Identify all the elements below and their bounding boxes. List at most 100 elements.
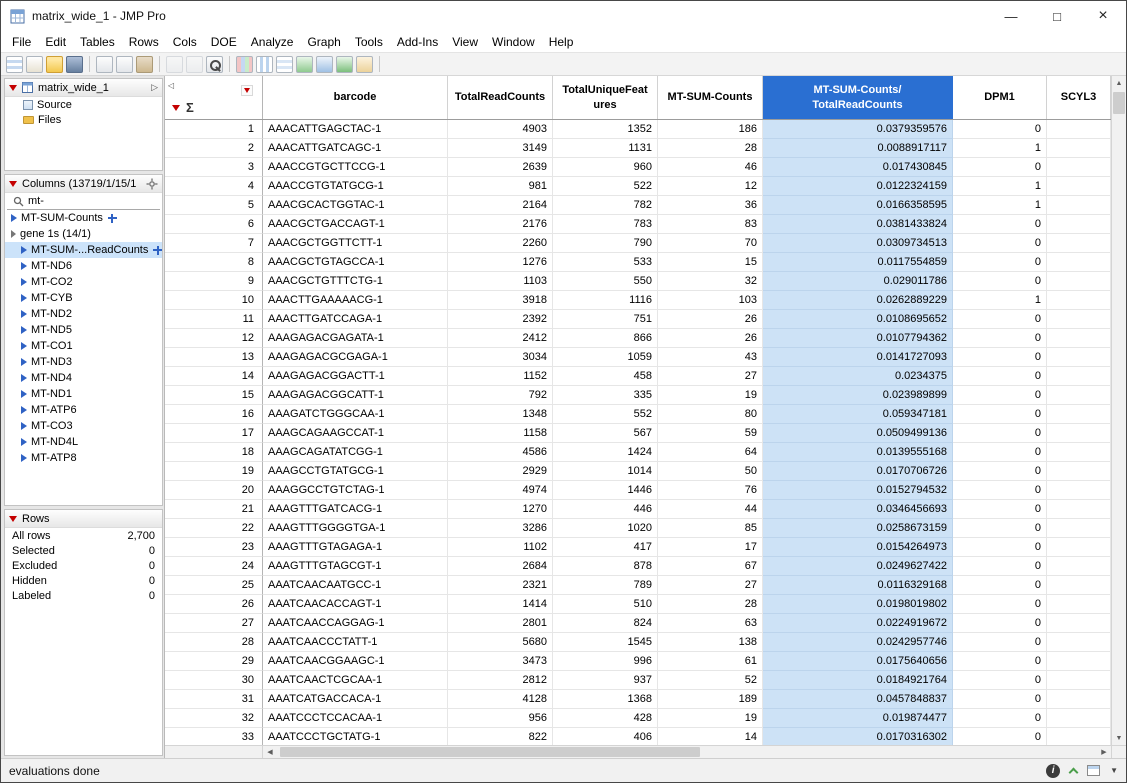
cell-dpm1[interactable]: 1	[953, 196, 1047, 215]
cell-mt-sum-counts[interactable]: 15	[658, 253, 763, 272]
maximize-button[interactable]: □	[1034, 1, 1080, 31]
column-item-mt-sum-readcounts[interactable]: MT-SUM-...ReadCounts	[5, 242, 162, 258]
cell-dpm1[interactable]: 0	[953, 158, 1047, 177]
cell-total-unique-features[interactable]: 1446	[553, 481, 658, 500]
row-number[interactable]: 23	[165, 538, 263, 557]
redo-icon[interactable]	[186, 56, 203, 73]
horizontal-scroll-track[interactable]	[277, 746, 1097, 758]
cell-scyl3[interactable]	[1047, 196, 1111, 215]
cell-barcode[interactable]: AAACTTGAAAAACG-1	[263, 291, 448, 310]
cell-mt-sum-ratio[interactable]: 0.0116329168	[763, 576, 953, 595]
cell-mt-sum-counts[interactable]: 28	[658, 139, 763, 158]
cell-total-unique-features[interactable]: 782	[553, 196, 658, 215]
cell-total-read-counts[interactable]: 981	[448, 177, 553, 196]
column-item-pinned[interactable]: MT-SUM-Counts	[5, 210, 162, 226]
cell-dpm1[interactable]: 0	[953, 690, 1047, 709]
cell-mt-sum-counts[interactable]: 76	[658, 481, 763, 500]
cell-barcode[interactable]: AAAGAGACGGACTT-1	[263, 367, 448, 386]
cell-dpm1[interactable]: 1	[953, 291, 1047, 310]
columns-menu-icon[interactable]	[241, 85, 253, 96]
cell-scyl3[interactable]	[1047, 728, 1111, 745]
cell-total-unique-features[interactable]: 866	[553, 329, 658, 348]
column-item-mt-nd6[interactable]: MT-ND6	[5, 258, 162, 274]
sort-icon[interactable]	[316, 56, 333, 73]
cell-mt-sum-counts[interactable]: 17	[658, 538, 763, 557]
cell-mt-sum-counts[interactable]: 26	[658, 310, 763, 329]
cell-total-unique-features[interactable]: 335	[553, 386, 658, 405]
cell-barcode[interactable]: AAACGCTGACCAGT-1	[263, 215, 448, 234]
cell-mt-sum-counts[interactable]: 19	[658, 386, 763, 405]
cell-mt-sum-counts[interactable]: 19	[658, 709, 763, 728]
cell-total-read-counts[interactable]: 2639	[448, 158, 553, 177]
cell-barcode[interactable]: AAAGAGACGAGATA-1	[263, 329, 448, 348]
cell-total-unique-features[interactable]: 1131	[553, 139, 658, 158]
cell-mt-sum-ratio[interactable]: 0.0184921764	[763, 671, 953, 690]
cell-total-read-counts[interactable]: 1270	[448, 500, 553, 519]
cell-mt-sum-counts[interactable]: 26	[658, 329, 763, 348]
cell-mt-sum-ratio[interactable]: 0.0198019802	[763, 595, 953, 614]
cell-total-read-counts[interactable]: 4903	[448, 120, 553, 139]
cell-scyl3[interactable]	[1047, 519, 1111, 538]
cell-mt-sum-counts[interactable]: 27	[658, 367, 763, 386]
cell-barcode[interactable]: AAAGGCCTGTCTAG-1	[263, 481, 448, 500]
cell-total-read-counts[interactable]: 3149	[448, 139, 553, 158]
row-number[interactable]: 6	[165, 215, 263, 234]
menu-analyze[interactable]: Analyze	[244, 33, 301, 51]
cell-total-unique-features[interactable]: 789	[553, 576, 658, 595]
row-number[interactable]: 13	[165, 348, 263, 367]
cell-total-unique-features[interactable]: 552	[553, 405, 658, 424]
cell-total-unique-features[interactable]: 510	[553, 595, 658, 614]
cell-dpm1[interactable]: 0	[953, 234, 1047, 253]
cell-total-unique-features[interactable]: 1059	[553, 348, 658, 367]
row-number[interactable]: 27	[165, 614, 263, 633]
cell-dpm1[interactable]: 0	[953, 557, 1047, 576]
cell-total-read-counts[interactable]: 4128	[448, 690, 553, 709]
cell-barcode[interactable]: AAAGTTTGTAGAGA-1	[263, 538, 448, 557]
cell-barcode[interactable]: AAAGCAGATATCGG-1	[263, 443, 448, 462]
cell-dpm1[interactable]: 0	[953, 215, 1047, 234]
cell-total-read-counts[interactable]: 2392	[448, 310, 553, 329]
cell-mt-sum-ratio[interactable]: 0.0141727093	[763, 348, 953, 367]
cell-scyl3[interactable]	[1047, 158, 1111, 177]
columns-panel-header[interactable]: Columns (13719/1/15/1	[5, 175, 162, 193]
cell-mt-sum-counts[interactable]: 46	[658, 158, 763, 177]
cell-total-unique-features[interactable]: 428	[553, 709, 658, 728]
cell-total-unique-features[interactable]: 550	[553, 272, 658, 291]
cell-mt-sum-ratio[interactable]: 0.0107794362	[763, 329, 953, 348]
row-number[interactable]: 15	[165, 386, 263, 405]
row-number[interactable]: 19	[165, 462, 263, 481]
column-item-mt-nd5[interactable]: MT-ND5	[5, 322, 162, 338]
scroll-down-icon[interactable]: ▼	[1112, 731, 1126, 745]
cell-total-read-counts[interactable]: 1103	[448, 272, 553, 291]
cell-total-unique-features[interactable]: 960	[553, 158, 658, 177]
cell-dpm1[interactable]: 0	[953, 443, 1047, 462]
cell-barcode[interactable]: AAACGCTGTTTCTG-1	[263, 272, 448, 291]
cell-mt-sum-ratio[interactable]: 0.0258673159	[763, 519, 953, 538]
column-header-mt-sum-ratio[interactable]: MT-SUM-Counts/TotalReadCounts	[763, 76, 953, 119]
copy-icon[interactable]	[116, 56, 133, 73]
rows-panel-header[interactable]: Rows	[5, 510, 162, 528]
column-group-header[interactable]: gene 1s (14/1)	[5, 226, 162, 242]
cell-mt-sum-counts[interactable]: 59	[658, 424, 763, 443]
column-view-icon[interactable]	[256, 56, 273, 73]
collapse-panels-icon[interactable]: ◁	[168, 81, 174, 90]
new-journal-icon[interactable]	[26, 56, 43, 73]
menu-graph[interactable]: Graph	[300, 33, 347, 51]
menu-doe[interactable]: DOE	[204, 33, 244, 51]
column-item-mt-atp8[interactable]: MT-ATP8	[5, 450, 162, 466]
row-number[interactable]: 11	[165, 310, 263, 329]
row-number[interactable]: 22	[165, 519, 263, 538]
cell-scyl3[interactable]	[1047, 348, 1111, 367]
cell-total-read-counts[interactable]: 2412	[448, 329, 553, 348]
cell-mt-sum-ratio[interactable]: 0.0381433824	[763, 215, 953, 234]
cell-total-read-counts[interactable]: 5680	[448, 633, 553, 652]
cell-mt-sum-counts[interactable]: 14	[658, 728, 763, 745]
row-number[interactable]: 10	[165, 291, 263, 310]
cell-mt-sum-ratio[interactable]: 0.0175640656	[763, 652, 953, 671]
cell-barcode[interactable]: AAAGATCTGGGCAA-1	[263, 405, 448, 424]
cell-total-read-counts[interactable]: 2260	[448, 234, 553, 253]
cell-dpm1[interactable]: 1	[953, 139, 1047, 158]
scroll-up-icon[interactable]: ▲	[1112, 76, 1126, 90]
menu-tools[interactable]: Tools	[348, 33, 390, 51]
cell-mt-sum-ratio[interactable]: 0.0234375	[763, 367, 953, 386]
